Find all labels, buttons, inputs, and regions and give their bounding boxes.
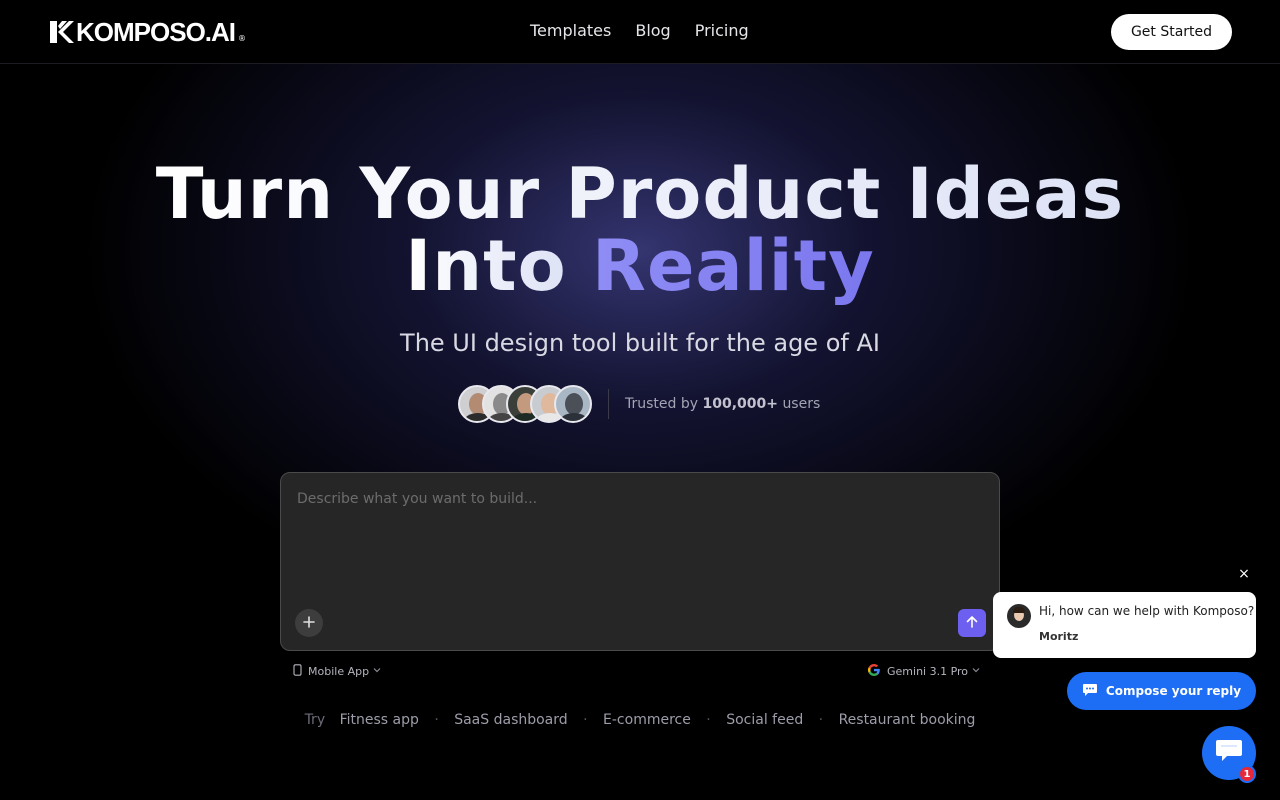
hero-headline-line1: Turn Your Product Ideas bbox=[155, 153, 1125, 235]
arrow-up-icon bbox=[965, 614, 979, 633]
suggestion-saas-dashboard[interactable]: SaaS dashboard bbox=[454, 712, 567, 728]
platform-label: Mobile App bbox=[308, 664, 370, 678]
social-proof: Trusted by 100,000+ users bbox=[458, 384, 820, 424]
logo-text: KOMPOSO.AI bbox=[76, 17, 236, 47]
trusted-by-text: Trusted by 100,000+ users bbox=[625, 396, 820, 412]
nav-link-blog[interactable]: Blog bbox=[635, 20, 670, 42]
prompt-input[interactable] bbox=[297, 491, 977, 571]
suggestion-e-commerce[interactable]: E-commerce bbox=[603, 712, 691, 728]
suggestion-social-feed[interactable]: Social feed bbox=[726, 712, 803, 728]
send-button[interactable] bbox=[958, 609, 986, 637]
chat-close-button[interactable]: × bbox=[1234, 564, 1254, 584]
registered-mark: ® bbox=[238, 33, 247, 43]
nav-link-pricing[interactable]: Pricing bbox=[695, 20, 749, 42]
add-attachment-button[interactable] bbox=[295, 609, 323, 637]
hero-headline-highlight: Reality bbox=[592, 225, 875, 307]
hero-headline-plain: Into bbox=[405, 225, 567, 307]
logo[interactable]: KOMPOSO.AI ® bbox=[48, 18, 246, 46]
chat-message-card[interactable]: Hi, how can we help with Komposo? Moritz bbox=[993, 592, 1256, 658]
model-label: Gemini 3.1 Pro bbox=[887, 664, 969, 678]
suggestion-fitness-app[interactable]: Fitness app bbox=[340, 712, 419, 728]
hero-headline: Turn Your Product Ideas Into Reality bbox=[0, 158, 1280, 302]
divider bbox=[608, 389, 609, 419]
logo-k-icon bbox=[48, 19, 74, 45]
agent-avatar bbox=[1007, 604, 1031, 628]
main-nav: Templates Blog Pricing bbox=[530, 20, 749, 42]
phone-icon bbox=[293, 663, 302, 679]
suggestion-restaurant-booking[interactable]: Restaurant booking bbox=[839, 712, 976, 728]
separator-dot: · bbox=[434, 712, 439, 728]
separator-dot: · bbox=[818, 712, 824, 728]
chat-bubble-icon bbox=[1215, 738, 1243, 768]
user-avatar-stack bbox=[458, 385, 592, 423]
suggestion-prefix: Try bbox=[304, 712, 326, 728]
avatar bbox=[554, 385, 592, 423]
trust-count: 100,000+ bbox=[702, 396, 778, 412]
trust-suffix: users bbox=[782, 396, 821, 412]
chevron-down-icon bbox=[972, 666, 980, 676]
plus-icon bbox=[303, 614, 315, 632]
get-started-button[interactable]: Get Started bbox=[1111, 14, 1232, 50]
nav-link-templates[interactable]: Templates bbox=[530, 20, 611, 42]
compose-reply-button[interactable]: Compose your reply bbox=[1067, 672, 1256, 710]
separator-dot: · bbox=[583, 712, 588, 728]
chat-message-text: Hi, how can we help with Komposo? bbox=[1039, 604, 1255, 618]
platform-selector[interactable]: Mobile App bbox=[293, 662, 381, 680]
trust-prefix: Trusted by bbox=[625, 396, 699, 412]
hero-subtitle: The UI design tool built for the age of … bbox=[400, 329, 880, 357]
close-icon: × bbox=[1238, 566, 1250, 582]
compose-reply-label: Compose your reply bbox=[1105, 684, 1242, 698]
model-selector[interactable]: Gemini 3.1 Pro bbox=[867, 662, 980, 680]
top-nav-bar: KOMPOSO.AI ® Templates Blog Pricing Get … bbox=[0, 0, 1280, 64]
suggestion-row: Try Fitness app · SaaS dashboard · E-com… bbox=[0, 710, 1280, 730]
unread-badge: 1 bbox=[1238, 765, 1256, 783]
google-g-icon bbox=[867, 663, 881, 680]
prompt-box bbox=[280, 472, 1000, 651]
chevron-down-icon bbox=[373, 666, 381, 676]
landing-page: KOMPOSO.AI ® Templates Blog Pricing Get … bbox=[0, 0, 1280, 800]
chat-bubble-icon bbox=[1082, 683, 1098, 700]
chat-agent-name: Moritz bbox=[1039, 630, 1079, 643]
separator-dot: · bbox=[706, 712, 711, 728]
